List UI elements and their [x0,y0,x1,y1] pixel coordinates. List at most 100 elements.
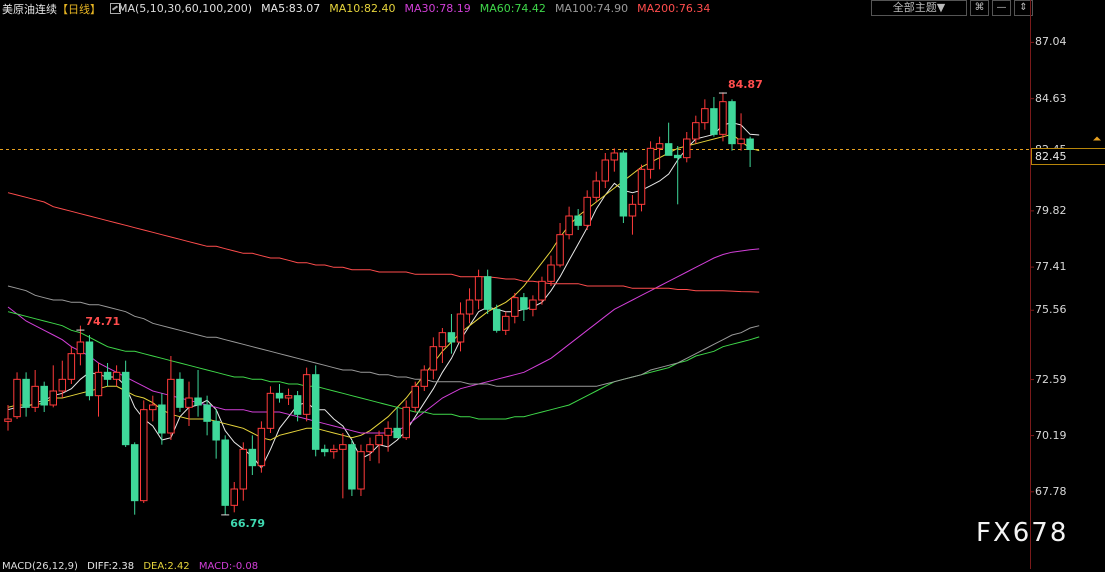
candle-body [465,299,474,315]
price-axis-divider [1030,0,1031,569]
macd-dea: DEA:2.42 [143,561,190,572]
annotation-label: 66.79 [230,517,265,530]
candle-body [158,404,166,434]
ma-spec-label: MA(5,10,30,60,100,200) [118,2,253,15]
candle-body [583,196,591,226]
candle-body [185,397,193,408]
candle-body [456,313,465,343]
candle-body [121,371,130,446]
candle-body [311,374,320,450]
candle-body [85,341,94,397]
ma-line-ma5 [7,122,760,469]
ma-value-4: MA100:74.90 [554,2,629,15]
candle-body [149,404,157,411]
candle-body [13,378,21,418]
minimize-icon[interactable]: — [992,0,1011,16]
candle-body [746,138,754,150]
watermark: FX678 [976,518,1069,548]
candle-body [664,143,673,156]
candle-body [411,385,419,408]
candle-body [94,371,103,397]
candle-body [710,108,718,135]
macd-value: MACD:-0.08 [198,561,259,572]
candle-body [239,448,248,490]
candle-body [673,154,682,159]
ma-value-5: MA200:76.34 [637,2,711,15]
candle-body [601,159,610,182]
y-tick-label: 70.19 [1035,428,1067,442]
price-marker-icon [1093,136,1101,141]
candle-body [221,439,229,506]
ma-value-3: MA60:74.42 [479,2,546,15]
ma-settings-icon[interactable] [110,3,121,14]
candle-body [194,397,202,406]
y-tick-label: 67.78 [1035,484,1067,498]
candle-body [655,143,664,149]
candle-body [511,297,519,317]
theme-select[interactable]: 全部主题▼ [871,0,967,16]
candle-body [4,418,12,422]
candle-body [339,444,347,450]
candle-body [683,138,691,159]
candle-body [637,168,646,205]
candle-body [167,378,175,434]
candle-body [565,215,573,236]
candle-body [719,101,727,135]
current-price-value: 82.45 [1035,149,1067,163]
ma-value-2: MA30:78.19 [404,2,471,15]
ma-values: MA5:83.07 MA10:82.40 MA30:78.19 MA60:74.42 M… [261,2,719,15]
candle-body [357,451,365,490]
ma-line-ma200 [7,192,760,293]
candle-body [701,108,709,124]
candle-body [366,444,374,453]
candle-body [420,369,429,387]
candle-body [447,332,456,343]
candle-body [348,444,356,490]
candle-body [284,395,293,399]
ma-line-ma30 [7,248,760,434]
candle-body [330,448,338,453]
candle-body [140,409,148,502]
candle-body [67,353,76,380]
candle-body [556,234,564,266]
candle-body [538,280,546,301]
candle-body [230,488,238,506]
period-label: 【日线】 [57,2,101,16]
candle-body [275,392,284,399]
y-tick-label: 75.56 [1035,303,1067,317]
annotation-label: 84.87 [728,78,763,91]
candle-body [212,420,220,441]
macd-label: MACD(26,12,9) [2,561,78,572]
candle-body [646,147,655,170]
candle-body [257,427,266,467]
instrument-title: 美原油连续 [2,2,57,16]
candle-body [31,385,39,408]
y-tick-label: 87.04 [1035,35,1067,49]
candle-body [502,315,510,331]
candle-body [619,152,628,217]
ma-value-0: MA5:83.07 [261,2,321,15]
candle-body [483,276,492,310]
candle-body [520,297,528,310]
settings-icon[interactable]: ⌘ [970,0,989,16]
candle-body [728,101,736,145]
candlestick-chart: 84.87 74.71 66.79 [0,41,1101,530]
candle-body [429,346,438,371]
candle-body [574,215,582,226]
annotation-label: 74.71 [85,315,120,328]
candle-body [22,378,30,408]
candle-body [76,341,85,355]
macd-diff: DIFF:2.38 [87,561,135,572]
candle-body [384,427,392,436]
ma-line-ma10 [7,133,760,441]
candle-body [628,203,637,217]
candle-body [375,434,383,446]
candle-body [103,371,112,380]
candle-body [130,444,139,502]
candle-body [203,404,211,422]
candle-body [393,427,401,439]
y-tick-label: 72.59 [1035,372,1067,386]
candle-body [438,332,447,348]
current-price-label: 82.45 [1031,147,1105,165]
candle-body [610,152,619,161]
